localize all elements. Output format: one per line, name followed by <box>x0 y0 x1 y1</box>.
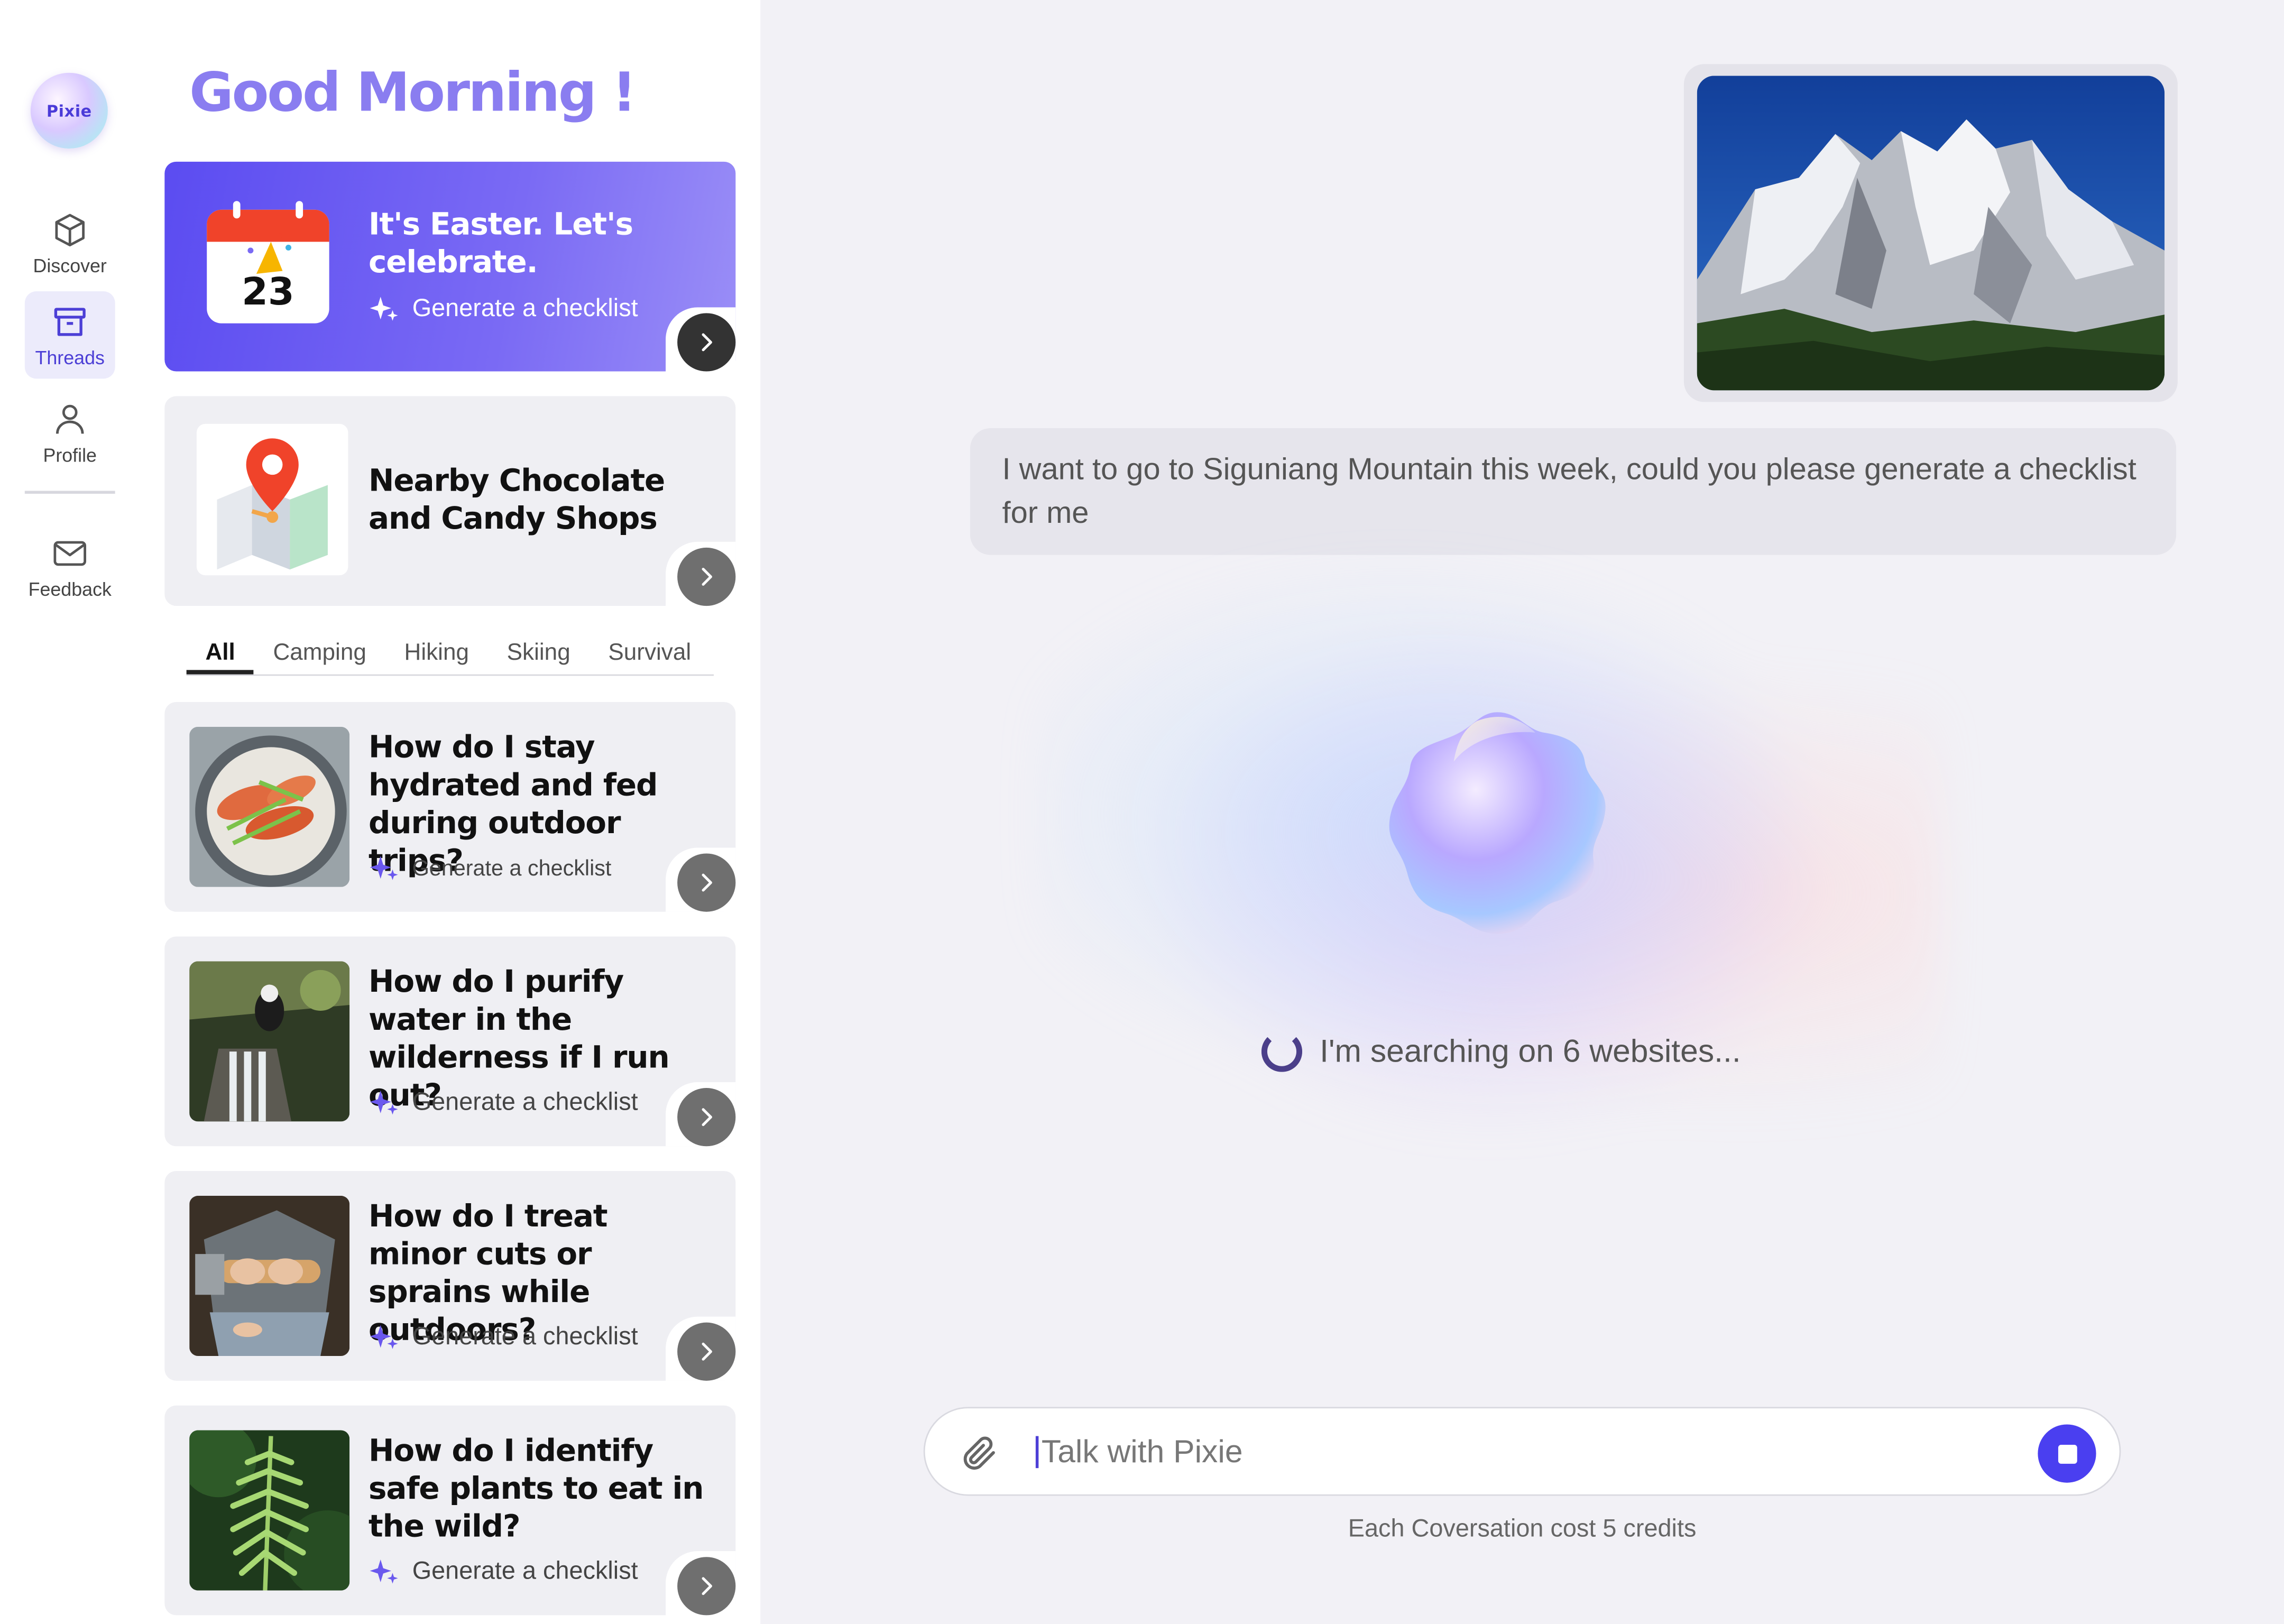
nearby-card-open-button[interactable] <box>677 547 736 606</box>
chevron-right-icon <box>702 873 712 892</box>
topic-open-button[interactable] <box>677 1557 736 1616</box>
credits-note: Each Coversation cost 5 credits <box>1348 1515 1697 1543</box>
sparkle-icon <box>370 856 398 880</box>
tab-survival[interactable]: Survival <box>590 629 710 674</box>
nav-item-feedback[interactable]: Feedback <box>25 523 115 610</box>
user-image-message <box>1683 64 2178 402</box>
chevron-right-icon <box>702 568 712 586</box>
nav-item-threads[interactable]: Threads <box>24 291 115 379</box>
easter-card[interactable]: 23 It's Easter. Let's celebrate. Generat… <box>164 161 736 372</box>
nearby-shops-card[interactable]: Nearby Chocolate and Candy Shops <box>164 396 736 606</box>
nav-divider <box>24 491 115 494</box>
nav-label-discover: Discover <box>33 254 107 276</box>
map-pin-icon <box>196 423 348 576</box>
user-icon <box>56 404 84 433</box>
stop-generation-button[interactable] <box>2038 1424 2096 1483</box>
topic-action-label: Generate a checklist <box>412 855 612 881</box>
topic-action[interactable]: Generate a checklist <box>369 1555 638 1588</box>
calendar-day: 23 <box>242 271 294 315</box>
search-status: I'm searching on 6 websites... <box>1261 1031 1741 1072</box>
easter-card-action[interactable]: Generate a checklist <box>369 293 638 325</box>
chevron-right-icon <box>702 1108 712 1127</box>
waterfall-photo <box>189 961 350 1122</box>
chevron-right-icon <box>702 1342 712 1361</box>
chevron-right-icon <box>702 1577 712 1595</box>
easter-card-action-label: Generate a checklist <box>412 294 638 322</box>
nav-item-profile[interactable]: Profile <box>25 389 115 476</box>
nav-item-discover[interactable]: Discover <box>25 199 115 287</box>
sparkle-icon <box>370 1090 398 1115</box>
discover-panel: Good Morning ! 23 It's Easter. Let's cel… <box>140 0 761 1624</box>
text-caret <box>1035 1436 1039 1469</box>
topic-action[interactable]: Generate a checklist <box>369 1086 638 1119</box>
nav-rail: Pixie Discover Threads Profile Feedback <box>0 0 140 1624</box>
food-photo <box>189 726 350 887</box>
topic-card-purify-water[interactable]: How do I purify water in the wilderness … <box>164 936 736 1147</box>
topic-card-first-aid[interactable]: How do I treat minor cuts or sprains whi… <box>164 1171 736 1381</box>
message-composer <box>923 1407 2121 1496</box>
sparkle-icon <box>370 297 398 321</box>
tab-skiing[interactable]: Skiing <box>488 629 590 674</box>
topic-card-hydration[interactable]: How do I stay hydrated and fed during ou… <box>164 702 736 912</box>
pixie-logo[interactable]: Pixie <box>30 72 108 149</box>
topic-action-label: Generate a checklist <box>412 1088 638 1116</box>
fern-photo <box>189 1430 350 1591</box>
topic-open-button[interactable] <box>677 1322 736 1381</box>
greeting-title: Good Morning ! <box>189 61 637 124</box>
topic-open-button[interactable] <box>677 853 736 912</box>
chevron-right-icon <box>702 333 712 352</box>
topic-action-label: Generate a checklist <box>412 1557 638 1585</box>
loading-spinner-icon <box>1261 1031 1303 1072</box>
easter-card-open-button[interactable] <box>677 313 736 372</box>
tab-camping[interactable]: Camping <box>254 629 385 674</box>
mail-icon <box>53 540 86 565</box>
topic-action-label: Generate a checklist <box>412 1322 638 1350</box>
stop-icon <box>2057 1444 2077 1463</box>
mountain-photo[interactable] <box>1697 76 2165 391</box>
nav-label-feedback: Feedback <box>28 577 112 599</box>
topic-card-edible-plants[interactable]: How do I identify safe plants to eat in … <box>164 1405 736 1616</box>
nav-label-threads: Threads <box>35 346 105 368</box>
nearby-card-title: Nearby Chocolate and Candy Shops <box>369 463 665 536</box>
sparkle-icon <box>370 1560 398 1584</box>
nav-label-profile: Profile <box>43 443 97 466</box>
archive-box-icon <box>54 307 86 336</box>
search-status-text: I'm searching on 6 websites... <box>1320 1032 1741 1069</box>
paperclip-icon[interactable] <box>957 1432 1001 1475</box>
chat-area: I want to go to Siguniang Mountain this … <box>760 0 2284 1624</box>
logo-text: Pixie <box>46 101 92 121</box>
topic-action[interactable]: Generate a checklist <box>369 1321 638 1353</box>
calendar-icon: 23 <box>204 198 332 326</box>
topic-open-button[interactable] <box>677 1088 736 1147</box>
topic-action[interactable]: Generate a checklist <box>369 852 611 884</box>
easter-card-title: It's Easter. Let's celebrate. <box>369 207 633 280</box>
cube-icon <box>55 213 85 246</box>
sparkle-icon <box>370 1325 398 1349</box>
axe-photo <box>189 1195 350 1356</box>
user-text-message: I want to go to Siguniang Mountain this … <box>970 428 2177 555</box>
category-tabs: All Camping Hiking Skiing Survival <box>186 629 714 676</box>
chat-input[interactable] <box>1041 1420 2032 1484</box>
pixie-orb-icon <box>1375 706 1620 945</box>
topic-title: How do I identify safe plants to eat in … <box>369 1433 704 1544</box>
tab-hiking[interactable]: Hiking <box>385 629 488 674</box>
tab-all[interactable]: All <box>186 629 254 675</box>
